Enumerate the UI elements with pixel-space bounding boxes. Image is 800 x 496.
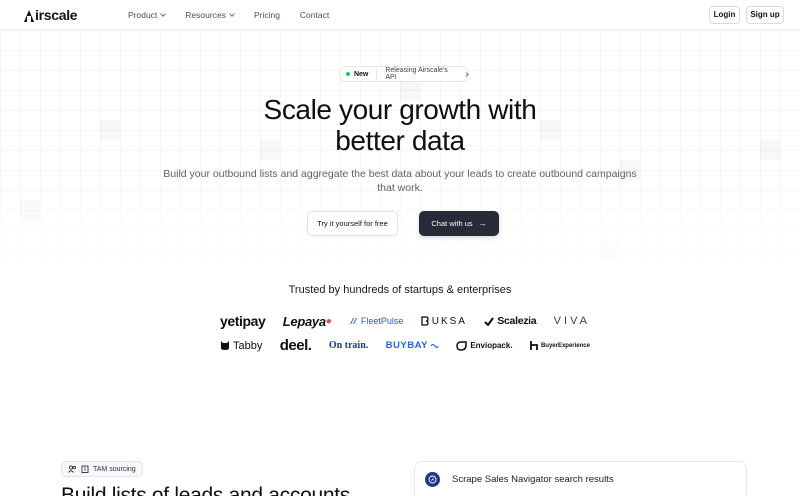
logo-deel: deel.	[279, 337, 312, 354]
customer-logos-row-1: yetipay Lepaya ● FleetPulse UKSA Scalezia…	[220, 313, 590, 329]
logo-enviopack: Enviopack.	[456, 340, 513, 351]
scalezia-check-icon	[484, 316, 495, 326]
try-free-button[interactable]: Try it yourself for free	[307, 211, 398, 236]
nav-link-pricing[interactable]: Pricing	[254, 10, 280, 20]
chat-with-us-button[interactable]: Chat with us →	[419, 211, 499, 236]
users-icon	[68, 465, 77, 473]
logo-viva: VIVA	[553, 315, 590, 327]
logo-buyerexperience-text: BuyerExperience	[540, 342, 590, 349]
logo-yetipay: yetipay	[220, 313, 266, 329]
nav-link-product-label: Product	[128, 10, 158, 20]
badge-divider	[376, 69, 378, 79]
nav-link-pricing-label: Pricing	[253, 10, 280, 20]
compass-icon	[425, 472, 440, 487]
building-icon	[81, 465, 89, 473]
buybay-wave-icon	[430, 343, 439, 348]
logo-lepaya-text: Lepaya	[282, 313, 326, 329]
logo-buybay: BUYBAY	[386, 340, 439, 351]
nav-link-resources-label: Resources	[185, 10, 226, 20]
hero-title: Scale your growth with better data	[0, 94, 800, 156]
signup-button[interactable]: Sign up	[746, 6, 784, 24]
logo-buksa: UKSA	[421, 316, 467, 327]
fleetpulse-mark-icon	[349, 318, 357, 324]
features-section-title: Build lists of leads and accounts	[61, 484, 350, 496]
customer-logos-row-2: Tabby deel. On train. BUYBAY Enviopack. …	[220, 337, 590, 354]
new-status-dot	[346, 72, 350, 76]
hero-title-line1: Scale your growth with	[263, 94, 537, 125]
logo-scalezia: Scalezia	[484, 315, 537, 327]
enviopack-mark-icon	[456, 340, 468, 351]
logo-ontrain: On train.	[328, 340, 369, 351]
nav-link-contact[interactable]: Contact	[300, 10, 329, 20]
badge-new-label: New	[353, 70, 369, 78]
logo-tabby: Tabby	[220, 340, 262, 352]
buyerexperience-mark-icon	[530, 341, 538, 350]
lepaya-dot-icon: ●	[325, 315, 332, 327]
logo-enviopack-text: Enviopack.	[470, 341, 513, 350]
nav-link-product[interactable]: Product	[128, 10, 167, 20]
logo-buksa-text: UKSA	[431, 315, 467, 327]
arrow-right-icon: →	[478, 219, 487, 228]
logo-scalezia-text: Scalezia	[497, 315, 537, 327]
feature-card-title: Scrape Sales Navigator search results	[452, 474, 614, 485]
top-navbar: irscale Product Resources Pricing Contac…	[0, 0, 800, 30]
nav-link-contact-label: Contact	[299, 10, 330, 20]
airscale-logo[interactable]: irscale	[24, 7, 78, 23]
hero-title-line2: better data	[335, 125, 465, 156]
logo-text: irscale	[35, 7, 78, 23]
chevron-right-icon	[464, 71, 469, 77]
announcement-badge[interactable]: New Releasing Airscale's API	[339, 66, 469, 82]
chevron-down-icon	[229, 11, 235, 17]
logo-fleetpulse-text: FleetPulse	[360, 316, 404, 326]
nav-links: Product Resources Pricing Contact	[128, 10, 349, 20]
hero-subtitle: Build your outbound lists and aggregate …	[163, 168, 637, 194]
chevron-down-icon	[160, 11, 167, 17]
logo-tabby-text: Tabby	[233, 339, 263, 352]
logo-buyerexperience: BuyerExperience	[530, 341, 590, 350]
tam-sourcing-tag: TAM sourcing	[61, 461, 143, 477]
feature-card-sales-navigator[interactable]: Scrape Sales Navigator search results	[414, 461, 747, 496]
tam-sourcing-label: TAM sourcing	[93, 465, 136, 473]
logo-buybay-text: BUYBAY	[385, 340, 428, 351]
airscale-logo-mark-icon	[24, 9, 34, 22]
nav-link-resources[interactable]: Resources	[185, 10, 235, 20]
logo-lepaya: Lepaya ●	[283, 314, 332, 329]
login-button[interactable]: Login	[709, 6, 740, 24]
buksa-mark-icon	[421, 316, 429, 326]
trusted-heading: Trusted by hundreds of startups & enterp…	[288, 284, 512, 296]
badge-text: Releasing Airscale's API	[385, 67, 448, 81]
tabby-cat-icon	[221, 341, 229, 350]
logo-fleetpulse: FleetPulse	[349, 316, 404, 326]
chat-button-label: Chat with us	[431, 219, 473, 228]
